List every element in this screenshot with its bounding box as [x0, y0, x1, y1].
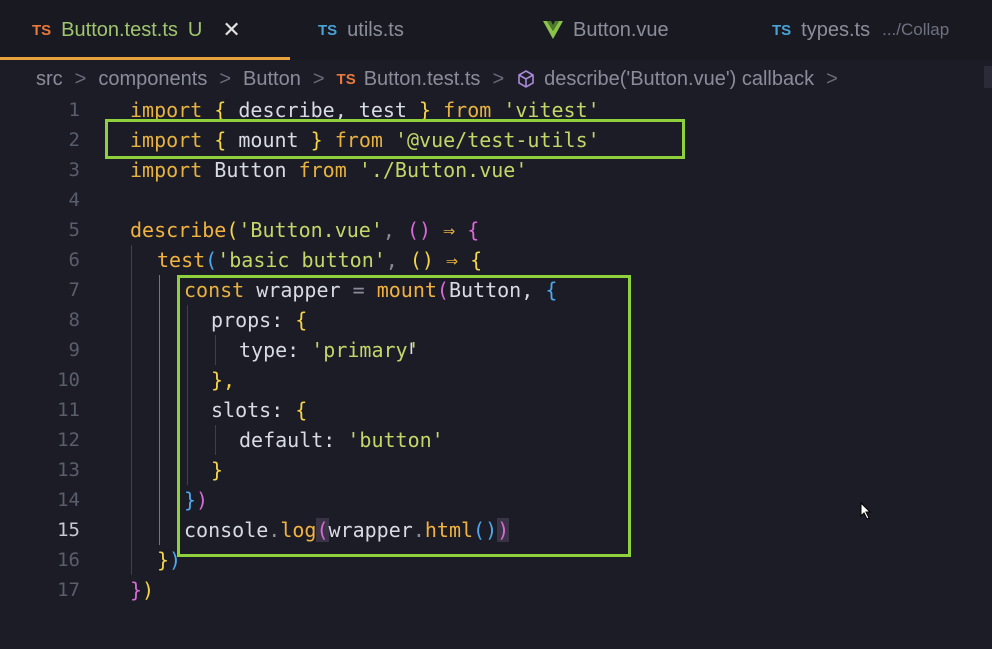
breadcrumb-separator: > — [74, 67, 87, 90]
breadcrumb-item[interactable]: describe('Button.vue') callback — [544, 68, 814, 91]
breadcrumb-item[interactable]: Button.test.ts — [364, 68, 481, 91]
tab-utils-ts[interactable]: TS utils.ts — [318, 0, 404, 60]
symbol-cube-icon — [518, 70, 534, 88]
tab-label: types.ts — [801, 18, 871, 41]
code-line: 6 test('basic button', () ⇒ { — [0, 245, 992, 275]
code-line: 5 describe('Button.vue', () ⇒ { — [0, 215, 992, 245]
breadcrumb-separator: > — [826, 67, 838, 90]
breadcrumb-separator: > — [219, 67, 232, 90]
tab-button-vue[interactable]: Button.vue — [543, 0, 669, 60]
tab-button-test-ts[interactable]: TS Button.test.ts U ✕ — [32, 0, 241, 60]
highlight-box-import — [105, 119, 685, 159]
scrollbar-thumb[interactable] — [984, 66, 992, 88]
breadcrumb-item[interactable]: src — [36, 68, 63, 91]
code-text[interactable]: describe('Button.vue', () ⇒ { — [130, 215, 479, 245]
line-number: 15 — [57, 519, 80, 541]
line-number: 17 — [57, 579, 80, 601]
breadcrumb: src > components > Button > TS Button.te… — [0, 60, 992, 98]
close-tab-icon[interactable]: ✕ — [222, 17, 240, 43]
typescript-file-icon: TS — [318, 21, 338, 39]
line-number: 12 — [57, 429, 80, 451]
text-cursor-icon: Ι — [409, 339, 414, 358]
line-number: 8 — [68, 309, 80, 331]
highlight-box-mount — [177, 275, 631, 557]
breadcrumb-item[interactable]: components — [98, 68, 207, 91]
tab-path-hint: .../Collap — [882, 20, 950, 39]
typescript-file-icon: TS — [32, 21, 52, 39]
line-number: 7 — [68, 279, 80, 301]
typescript-file-icon: TS — [336, 70, 356, 88]
mouse-pointer-icon — [860, 502, 872, 520]
breadcrumb-item[interactable]: Button — [243, 68, 301, 91]
line-number: 1 — [68, 99, 80, 121]
tab-label: utils.ts — [347, 18, 404, 41]
breadcrumb-separator: > — [312, 67, 325, 90]
line-number: 16 — [57, 549, 80, 571]
typescript-file-icon: TS — [772, 21, 792, 39]
code-text[interactable]: import Button from './Button.vue' — [130, 155, 527, 185]
line-number: 6 — [68, 249, 80, 271]
line-number: 3 — [68, 159, 80, 181]
line-number: 13 — [57, 459, 80, 481]
code-text[interactable]: }) — [130, 575, 154, 605]
tab-bar: TS Button.test.ts U ✕ TS utils.ts Button… — [0, 0, 992, 60]
vue-icon — [543, 21, 563, 39]
line-number: 9 — [68, 339, 80, 361]
breadcrumb-separator: > — [492, 67, 505, 90]
code-line: 17 }) — [0, 575, 992, 605]
line-number: 5 — [68, 219, 80, 241]
untracked-status-badge: U — [187, 18, 203, 41]
line-number: 11 — [57, 399, 80, 421]
code-text[interactable]: test('basic button', () ⇒ { — [157, 245, 482, 275]
line-number: 10 — [57, 369, 80, 391]
line-number: 4 — [68, 189, 80, 211]
line-number: 14 — [57, 489, 80, 511]
tab-label: Button.test.ts — [61, 18, 178, 41]
line-number: 2 — [68, 129, 80, 151]
code-line: 3 import Button from './Button.vue' — [0, 155, 992, 185]
code-line: 4 — [0, 185, 992, 215]
tab-types-ts[interactable]: TS types.ts .../Collap — [772, 0, 949, 60]
tab-label: Button.vue — [573, 18, 669, 41]
